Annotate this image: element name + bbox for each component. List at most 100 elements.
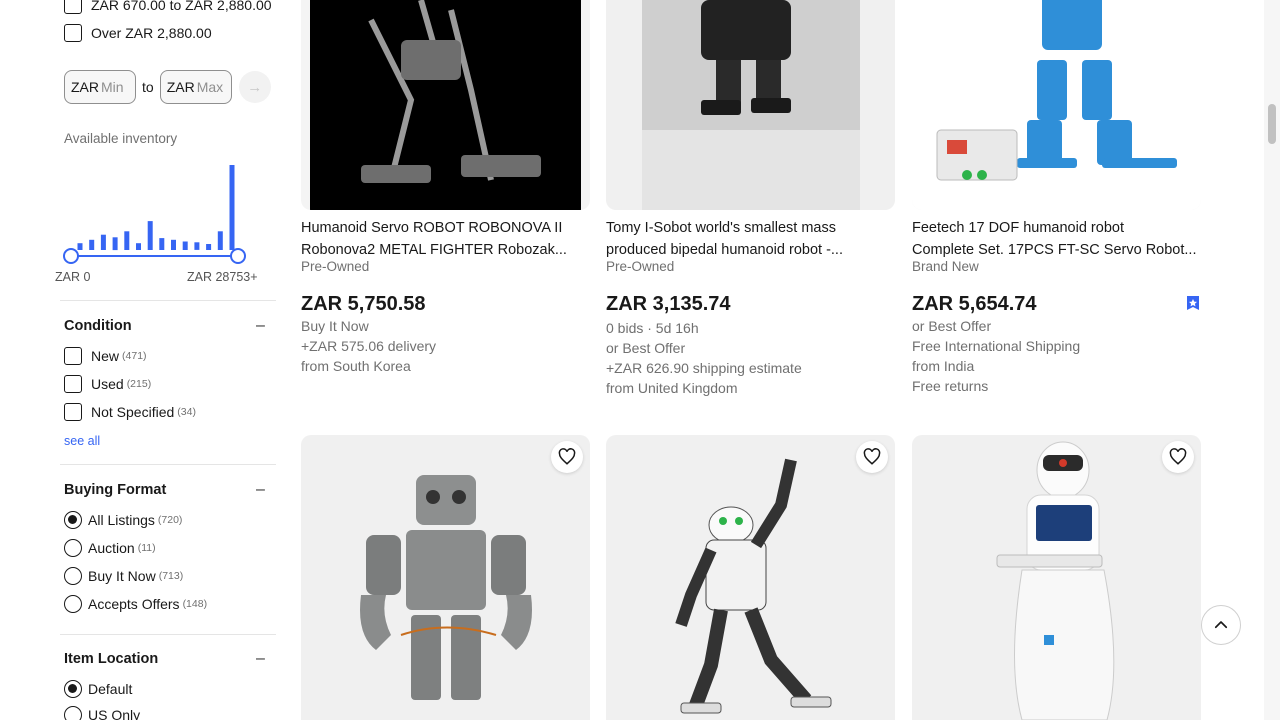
histogram-bar	[100, 234, 106, 250]
divider	[60, 464, 276, 465]
condition-collapse-icon[interactable]: –	[256, 317, 265, 335]
listing-detail: from India	[912, 358, 975, 374]
listing-image[interactable]	[912, 435, 1201, 720]
format-all-listings[interactable]: All Listings (720)	[64, 511, 182, 529]
listing-detail: from South Korea	[301, 358, 411, 374]
listing-image[interactable]	[301, 435, 590, 720]
listing-title[interactable]: Tomy I-Sobot world's smallest mass produ…	[606, 217, 898, 261]
radio-button[interactable]	[64, 680, 82, 698]
histogram-bar	[182, 241, 188, 250]
option-label: Used	[91, 376, 124, 392]
option-count: (148)	[182, 598, 208, 610]
checkbox[interactable]	[64, 403, 82, 421]
format-auction[interactable]: Auction (11)	[64, 539, 156, 557]
radio-button[interactable]	[64, 567, 82, 585]
buying-format-heading[interactable]: Buying Format	[64, 482, 166, 498]
buying-format-collapse-icon[interactable]: –	[256, 481, 265, 499]
format-accepts-offers[interactable]: Accepts Offers (148)	[64, 595, 207, 613]
histogram-max-label: ZAR 28753+	[187, 270, 258, 284]
price-option-range[interactable]: ZAR 670.00 to ZAR 2,880.00	[64, 0, 272, 14]
format-buy-it-now[interactable]: Buy It Now (713)	[64, 567, 183, 585]
to-label: to	[142, 79, 154, 95]
item-location-collapse-icon[interactable]: –	[256, 650, 265, 668]
max-price-input[interactable]: ZAR Max	[159, 70, 232, 104]
option-label: New	[91, 348, 120, 364]
listing-image[interactable]	[912, 0, 1201, 210]
histogram-bar	[194, 242, 200, 250]
condition-used[interactable]: Used (215)	[64, 375, 151, 393]
listing-detail: Free returns	[912, 378, 989, 394]
listing-title-line: Robonova2 METAL FIGHTER Robozak...	[301, 242, 567, 258]
option-label: Default	[88, 681, 133, 697]
histogram-bar	[159, 238, 165, 250]
divider	[60, 634, 276, 635]
watchlist-button[interactable]	[856, 441, 888, 473]
robot-photo-icon	[996, 441, 1115, 720]
price-option-label: Over ZAR 2,880.00	[91, 25, 212, 41]
option-label: US Only	[88, 707, 141, 720]
checkbox[interactable]	[64, 347, 82, 365]
watchlist-button[interactable]	[551, 441, 583, 473]
item-location-heading[interactable]: Item Location	[64, 651, 158, 667]
listing-title[interactable]: Feetech 17 DOF humanoid robot Complete S…	[912, 217, 1204, 261]
back-to-top-button[interactable]	[1201, 605, 1241, 645]
submit-price-button[interactable]: →	[238, 71, 271, 103]
checkbox[interactable]	[64, 375, 82, 393]
listing-title-line: Complete Set. 17PCS FT-SC Servo Robot...	[912, 242, 1197, 258]
histogram-bar	[217, 231, 223, 250]
histogram-max-handle[interactable]	[230, 248, 246, 264]
radio-button[interactable]	[64, 511, 82, 529]
listing-title-line: produced bipedal humanoid robot -...	[606, 242, 843, 258]
listing-title-line: Humanoid Servo ROBOT ROBONOVA II	[301, 220, 563, 236]
robot-photo-icon	[360, 475, 532, 700]
listing-detail: or Best Offer	[606, 340, 686, 356]
listing-image[interactable]	[606, 435, 895, 720]
currency-prefix: ZAR	[71, 79, 99, 95]
listing-price: ZAR 5,750.58	[301, 293, 426, 315]
available-inventory-label: Available inventory	[64, 131, 178, 146]
radio-button[interactable]	[64, 595, 82, 613]
robot-photo-icon	[310, 0, 581, 210]
max-placeholder: Max	[196, 79, 224, 95]
option-label: Accepts Offers	[88, 596, 180, 612]
histogram-min-label: ZAR 0	[55, 270, 91, 284]
location-us-only[interactable]: US Only	[64, 706, 140, 720]
price-option-over[interactable]: Over ZAR 2,880.00	[64, 24, 212, 42]
location-default[interactable]: Default	[64, 680, 132, 698]
heart-icon	[863, 448, 881, 465]
listing-image[interactable]	[606, 0, 895, 210]
see-all-link[interactable]: see all	[64, 434, 100, 448]
filter-sidebar: ZAR 670.00 to ZAR 2,880.00 Over ZAR 2,88…	[0, 0, 290, 720]
robot-photo-icon	[675, 458, 832, 714]
option-count: (11)	[137, 542, 156, 554]
listing-title[interactable]: Humanoid Servo ROBOT ROBONOVA II Robonov…	[301, 217, 593, 261]
histogram-bar	[112, 237, 118, 251]
option-count: (720)	[157, 514, 183, 526]
listing-detail: from United Kingdom	[606, 380, 738, 396]
radio-button[interactable]	[64, 539, 82, 557]
watchlist-button[interactable]	[1162, 441, 1194, 473]
condition-heading[interactable]: Condition	[64, 318, 132, 334]
chevron-up-icon	[1214, 621, 1228, 629]
price-option-label: ZAR 670.00 to ZAR 2,880.00	[91, 0, 272, 13]
option-count: (713)	[158, 570, 184, 582]
divider	[60, 300, 276, 301]
listing-title-line: Tomy I-Sobot world's smallest mass	[606, 220, 836, 236]
listing-image[interactable]	[301, 0, 590, 210]
condition-new[interactable]: New (471)	[64, 347, 147, 365]
radio-button[interactable]	[64, 706, 82, 720]
scrollbar-thumb[interactable]	[1268, 104, 1276, 144]
condition-not-specified[interactable]: Not Specified (34)	[64, 403, 196, 421]
currency-prefix: ZAR	[166, 79, 195, 95]
option-label: Buy It Now	[88, 568, 156, 584]
price-range-inputs: ZAR Min to ZAR Max →	[64, 70, 271, 104]
listing-detail: +ZAR 575.06 delivery	[301, 338, 437, 354]
listing-condition: Pre-Owned	[301, 259, 370, 274]
histogram-min-handle[interactable]	[63, 248, 79, 264]
min-price-input[interactable]: ZAR Min	[64, 70, 136, 104]
listing-detail: Free International Shipping	[912, 338, 1081, 354]
heart-icon	[558, 448, 576, 465]
price-histogram	[63, 165, 246, 264]
checkbox[interactable]	[64, 0, 82, 14]
checkbox[interactable]	[64, 24, 82, 42]
